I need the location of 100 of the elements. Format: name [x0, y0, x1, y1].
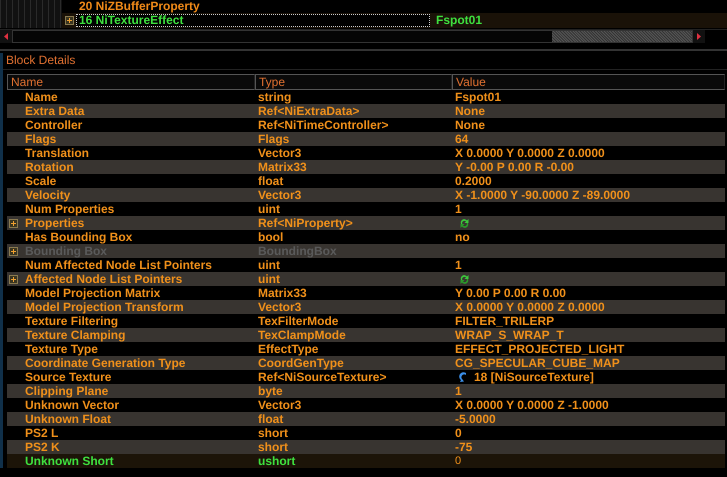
field-name: Has Bounding Box [25, 230, 132, 244]
field-type: Ref<NiTimeController> [257, 118, 390, 132]
field-name: Name [25, 90, 58, 104]
field-type: CoordGenType [257, 356, 345, 370]
table-row[interactable]: Num Properties uint 1 [7, 202, 725, 216]
field-name: Unknown Vector [25, 398, 120, 412]
field-type: float [257, 174, 284, 188]
field-value: FILTER_TRILERP [455, 314, 554, 328]
field-type: uint [257, 202, 281, 216]
field-type: Ref<NiProperty> [257, 216, 354, 230]
field-type: uint [257, 258, 281, 272]
column-header[interactable]: Name [7, 74, 255, 90]
field-name: Texture Type [25, 342, 98, 356]
table-row[interactable]: Affected Node List Pointers uint [7, 272, 725, 286]
column-header[interactable]: Value [452, 74, 725, 90]
panel-title: Block Details [3, 53, 727, 70]
field-name: Translation [25, 146, 90, 160]
table-row[interactable]: Velocity Vector3 X -1.0000 Y -90.0000 Z -89.0000 [7, 188, 725, 202]
field-value: 1 [455, 202, 462, 216]
table-row[interactable]: Model Projection Matrix Matrix33 Y 0.00 P 0.00 R 0.00 [7, 286, 725, 300]
tree-item[interactable]: 20 NiZBufferProperty [76, 0, 430, 13]
field-name: Model Projection Matrix [25, 286, 160, 300]
table-row[interactable]: Extra Data Ref<NiExtraData> None [7, 104, 725, 118]
field-value: 1 [455, 258, 462, 272]
field-type: Vector3 [257, 146, 302, 160]
field-type: Vector3 [257, 188, 302, 202]
field-name: Model Projection Transform [25, 300, 184, 314]
expand-icon[interactable] [64, 16, 74, 25]
tree-guide-lines [0, 0, 62, 13]
field-value: 1 [455, 384, 462, 398]
field-type: Ref<NiSourceTexture> [257, 370, 388, 384]
field-value: CG_SPECULAR_CUBE_MAP [455, 356, 620, 370]
field-value: 18 [NiSourceTexture] [474, 370, 594, 384]
field-name: Num Affected Node List Pointers [25, 258, 212, 272]
field-value: None [455, 118, 485, 132]
table-row[interactable]: Texture Clamping TexClampMode WRAP_S_WRAP_T [7, 328, 725, 342]
field-value: 0.2000 [455, 174, 492, 188]
field-value: Y 0.00 P 0.00 R 0.00 [455, 286, 566, 300]
scrollbar-thumb[interactable] [552, 31, 692, 42]
refresh-icon[interactable] [459, 274, 470, 284]
field-value: 0 [455, 426, 462, 440]
table-row[interactable]: Num Affected Node List Pointers uint 1 [7, 258, 725, 272]
expand-icon[interactable] [9, 218, 18, 228]
field-name: Affected Node List Pointers [25, 272, 182, 286]
link-arrow-icon[interactable] [459, 371, 468, 383]
table-row[interactable]: Source Texture Ref<NiSourceTexture> 18 [NiSourceTexture] [7, 370, 725, 384]
field-value: no [455, 230, 470, 244]
table-row[interactable]: Unknown Vector Vector3 X 0.0000 Y 0.0000 Z -1.0000 [7, 398, 725, 412]
table-row[interactable]: Scale float 0.2000 [7, 174, 725, 188]
field-type: byte [257, 384, 284, 398]
field-value: 0 [455, 455, 462, 467]
table-row[interactable]: Clipping Plane byte 1 [7, 384, 725, 398]
table-row[interactable]: PS2 L short 0 [7, 426, 725, 440]
field-value: 64 [455, 132, 468, 146]
table-row[interactable]: Coordinate Generation Type CoordGenType CG_SPECULAR_CUBE_MAP [7, 356, 725, 370]
field-name: Texture Clamping [25, 328, 126, 342]
field-name: PS2 L [25, 426, 58, 440]
field-type: Flags [257, 132, 290, 146]
field-value: X 0.0000 Y 0.0000 Z 0.0000 [455, 146, 605, 160]
table-row[interactable]: Controller Ref<NiTimeController> None [7, 118, 725, 132]
table-row[interactable]: Unknown Float float -5.0000 [7, 412, 725, 426]
tree-item[interactable]: 16 NiTextureEffect [76, 14, 430, 27]
tree-guide-lines [0, 13, 62, 28]
field-type: short [257, 440, 289, 454]
field-type: TexFilterMode [257, 314, 340, 328]
scroll-right-icon[interactable] [693, 30, 705, 43]
table-row[interactable]: Name string Fspot01 [7, 90, 725, 104]
field-value: X 0.0000 Y 0.0000 Z -1.0000 [455, 398, 609, 412]
field-type: ushort [257, 454, 296, 468]
table-row[interactable]: Unknown Short ushort 0 [7, 454, 725, 468]
table-row[interactable]: Texture Filtering TexFilterMode FILTER_TRILERP [7, 314, 725, 328]
field-type: float [257, 412, 284, 426]
field-value: -75 [455, 440, 472, 454]
refresh-icon[interactable] [459, 218, 470, 228]
table-row[interactable]: Texture Type EffectType EFFECT_PROJECTED_LIGHT [7, 342, 725, 356]
field-name: Num Properties [25, 202, 114, 216]
field-name: Extra Data [25, 104, 84, 118]
field-type: Matrix33 [257, 160, 308, 174]
table-row[interactable]: Translation Vector3 X 0.0000 Y 0.0000 Z 0.0000 [7, 146, 725, 160]
table-row[interactable]: Has Bounding Box bool no [7, 230, 725, 244]
table-row[interactable]: Model Projection Transform Vector3 X 0.0000 Y 0.0000 Z 0.0000 [7, 300, 725, 314]
field-value: EFFECT_PROJECTED_LIGHT [455, 342, 624, 356]
field-type: Vector3 [257, 300, 302, 314]
expand-icon[interactable] [9, 274, 18, 284]
field-name: Velocity [25, 188, 70, 202]
table-row[interactable]: PS2 K short -75 [7, 440, 725, 454]
column-header[interactable]: Type [255, 74, 452, 90]
table-row[interactable]: Flags Flags 64 [7, 132, 725, 146]
field-name: Unknown Float [25, 412, 111, 426]
table-row[interactable]: Rotation Matrix33 Y -0.00 P 0.00 R -0.00 [7, 160, 725, 174]
field-name: Texture Filtering [25, 314, 118, 328]
field-name: Controller [25, 118, 82, 132]
field-value: Fspot01 [455, 90, 502, 104]
field-value: Y -0.00 P 0.00 R -0.00 [455, 160, 574, 174]
field-type: uint [257, 272, 281, 286]
field-type: string [257, 90, 292, 104]
field-value: X -1.0000 Y -90.0000 Z -89.0000 [455, 188, 630, 202]
field-name: Clipping Plane [25, 384, 108, 398]
field-name: Coordinate Generation Type [25, 356, 186, 370]
table-row[interactable]: Properties Ref<NiProperty> [7, 216, 725, 230]
